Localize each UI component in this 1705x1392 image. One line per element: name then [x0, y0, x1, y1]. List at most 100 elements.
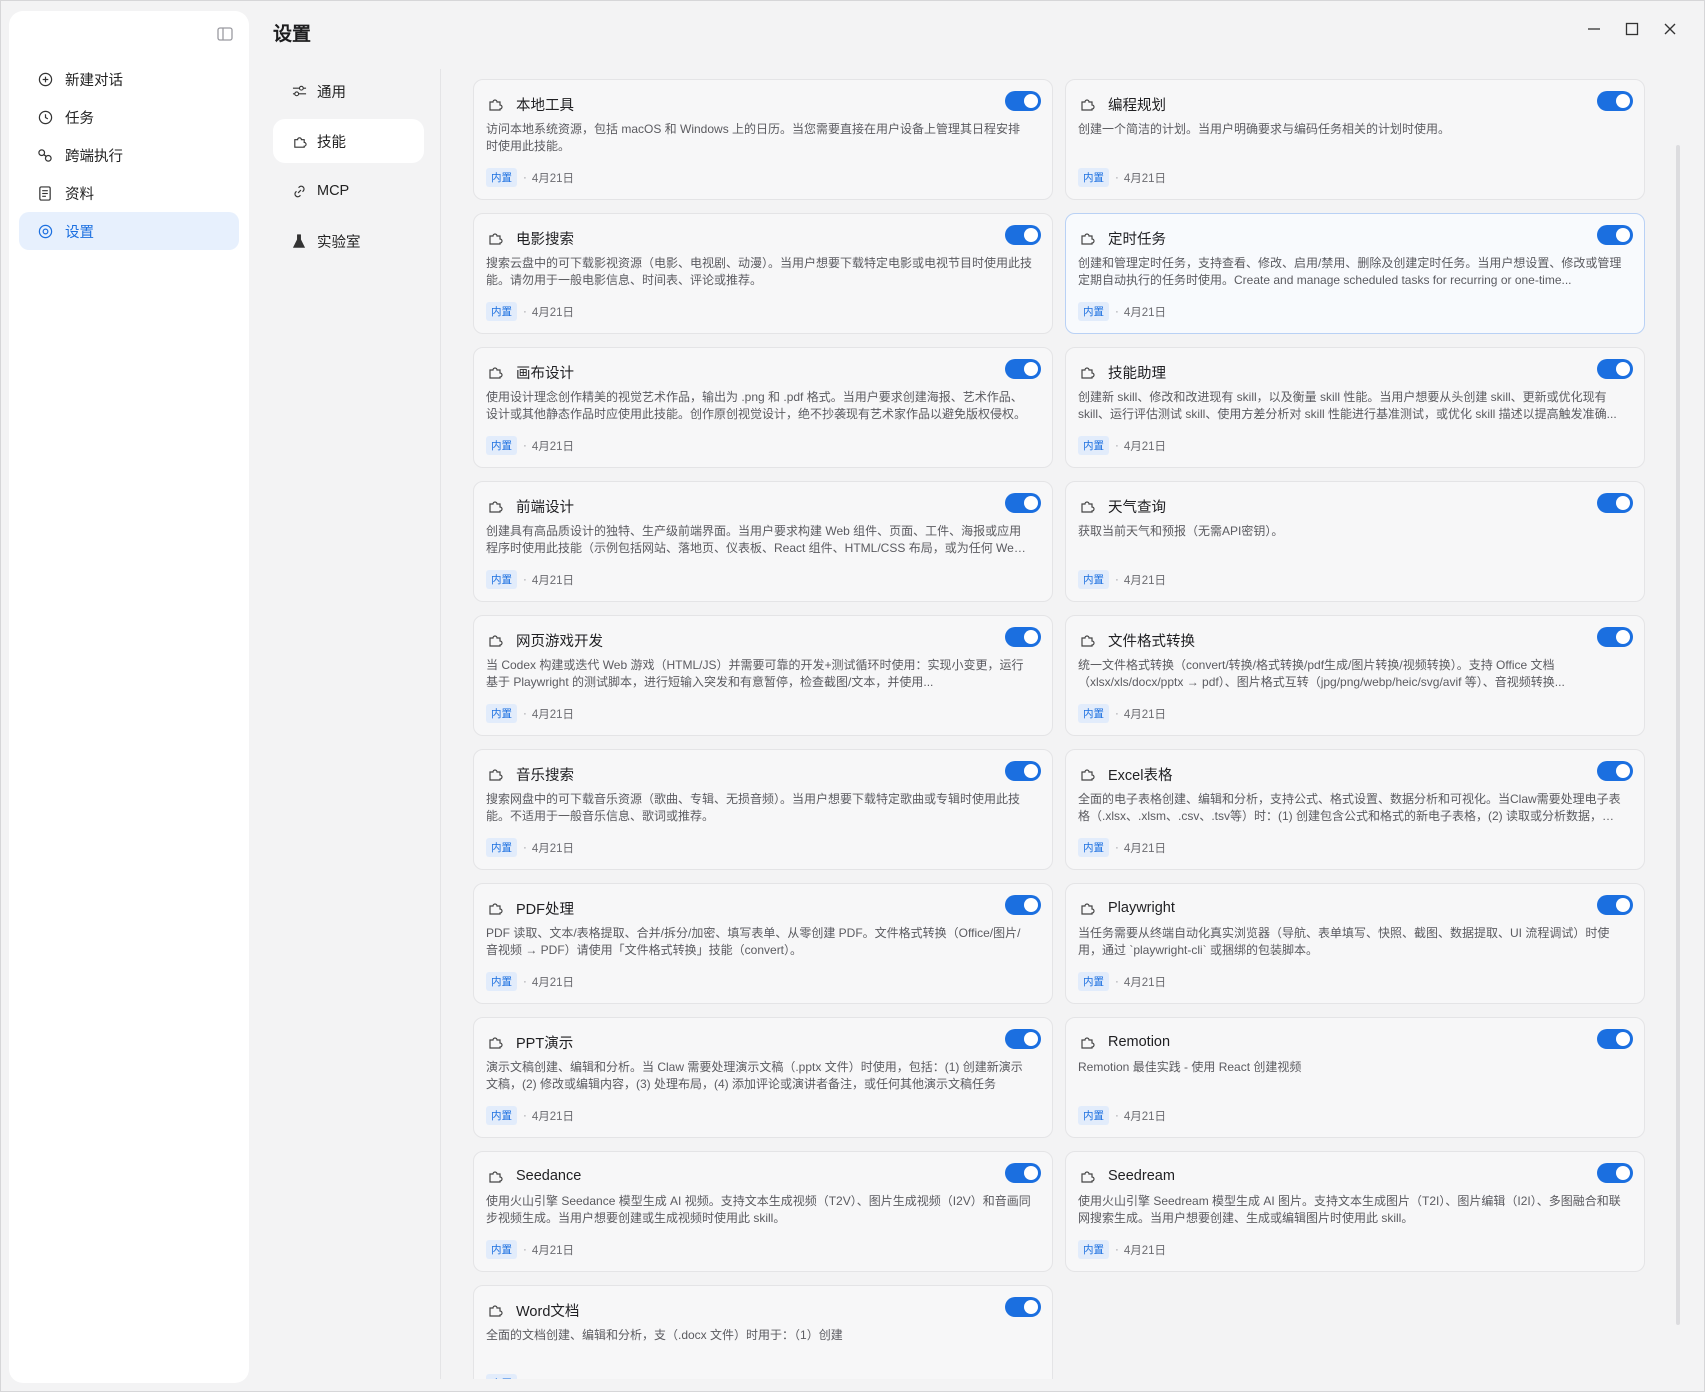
skill-toggle[interactable]	[1597, 1163, 1633, 1183]
skill-toggle[interactable]	[1005, 225, 1041, 245]
minimize-icon[interactable]	[1586, 21, 1602, 37]
puzzle-icon	[291, 133, 307, 149]
skill-puzzle-icon	[486, 631, 504, 649]
skill-puzzle-icon	[1078, 765, 1096, 783]
skill-card[interactable]: 网页游戏开发 当 Codex 构建或迭代 Web 游戏（HTML/JS）并需要可…	[473, 615, 1053, 736]
skill-meta: 内置 · 4月21日	[486, 972, 574, 991]
skill-description: 获取当前天气和预报（无需API密钥）。	[1078, 524, 1284, 538]
skill-title: Seedance	[516, 1168, 582, 1184]
meta-separator: ·	[1115, 305, 1119, 318]
skill-toggle[interactable]	[1597, 359, 1633, 379]
sidebar-item-materials[interactable]: 资料	[19, 174, 239, 212]
skill-card[interactable]: 电影搜索 搜索云盘中的可下载影视资源（电影、电视剧、动漫）。当用户想要下载特定电…	[473, 213, 1053, 334]
sidebar-toggle-icon[interactable]	[215, 24, 235, 44]
skill-card[interactable]: Seedream 使用火山引擎 Seedream 模型生成 AI 图片。支持文本…	[1065, 1151, 1645, 1272]
skill-meta: 内置 · 4月21日	[486, 1374, 574, 1379]
skill-date: 4月21日	[532, 1376, 574, 1380]
skill-card-header: 网页游戏开发	[486, 628, 1040, 652]
skill-date: 4月21日	[531, 708, 575, 721]
tab-label: 通用	[317, 84, 346, 101]
skill-meta: 内置 · 4月21日	[486, 704, 574, 723]
skill-toggle[interactable]	[1005, 1163, 1041, 1183]
skill-toggle[interactable]	[1005, 1029, 1041, 1049]
skill-card[interactable]: PPT演示 演示文稿创建、编辑和分析。当 Claw 需要处理演示文稿（.pptx…	[473, 1017, 1053, 1138]
skill-card[interactable]: 定时任务 创建和管理定时任务，支持查看、修改、启用/禁用、删除及创建定时任务。当…	[1065, 213, 1645, 334]
skill-meta: 内置 · 4月21日	[1078, 302, 1166, 321]
skill-card[interactable]: Word文档 全面的文档创建、编辑和分析，支（.docx 文件）时用于：（1）创…	[473, 1285, 1053, 1379]
skill-title: Remotion	[1108, 1034, 1171, 1050]
skill-card[interactable]: 画布设计 使用设计理念创作精美的视觉艺术作品，输出为 .png 和 .pdf 格…	[473, 347, 1053, 468]
skill-toggle[interactable]	[1005, 493, 1041, 513]
skill-card[interactable]: Excel表格 全面的电子表格创建、编辑和分析，支持公式、格式设置、数据分析和可…	[1065, 749, 1645, 870]
skill-toggle[interactable]	[1597, 895, 1633, 915]
skill-date: 4月21日	[1123, 574, 1167, 587]
skill-date: 4月21日	[1123, 842, 1167, 855]
meta-separator: ·	[1115, 1243, 1119, 1256]
skill-meta: 内置 · 4月21日	[1078, 168, 1166, 187]
skill-toggle[interactable]	[1597, 1029, 1633, 1049]
page-title: 设置	[273, 24, 312, 45]
skill-title: 本地工具	[516, 97, 574, 114]
skill-title: 画布设计	[516, 365, 574, 382]
skill-date: 4月21日	[531, 842, 575, 855]
skill-card-header: 电影搜索	[486, 226, 1040, 250]
skill-description: Remotion 最佳实践 - 使用 React 创建视频	[1078, 1060, 1302, 1074]
skill-card[interactable]: Seedance 使用火山引擎 Seedance 模型生成 AI 视频。支持文本…	[473, 1151, 1053, 1272]
tab-general[interactable]: 通用	[273, 69, 424, 113]
skill-card[interactable]: 编程规划 创建一个简洁的计划。当用户明确要求与编码任务相关的计划时使用。 内置 …	[1065, 79, 1645, 200]
sidebar-item-new-chat[interactable]: 新建对话	[19, 60, 239, 98]
skill-card[interactable]: 本地工具 访问本地系统资源，包括 macOS 和 Windows 上的日历。当您…	[473, 79, 1053, 200]
tab-lab[interactable]: 实验室	[273, 219, 424, 263]
skills-list: 本地工具 访问本地系统资源，包括 macOS 和 Windows 上的日历。当您…	[473, 79, 1645, 1379]
skill-description: 当任务需要从终端自动化真实浏览器（导航、表单填写、快照、截图、数据提取、UI 流…	[1078, 926, 1610, 957]
skill-card[interactable]: 前端设计 创建具有高品质设计的独特、生产级前端界面。当用户要求构建 Web 组件…	[473, 481, 1053, 602]
tab-skills[interactable]: 技能	[273, 119, 424, 163]
maximize-icon[interactable]	[1624, 21, 1640, 37]
skill-toggle[interactable]	[1597, 761, 1633, 781]
app-window: 新建对话 任务 跨端执行 资料 设置 设置 通用 技能 MCP 实验室 本地工具…	[0, 0, 1705, 1392]
skill-card[interactable]: 天气查询 获取当前天气和预报（无需API密钥）。 内置 · 4月21日	[1065, 481, 1645, 602]
sidebar-item-settings[interactable]: 设置	[19, 212, 239, 250]
skill-description: 全面的电子表格创建、编辑和分析，支持公式、格式设置、数据分析和可视化。当Claw…	[1078, 792, 1621, 823]
skill-toggle[interactable]	[1005, 761, 1041, 781]
skill-meta: 内置 · 4月21日	[1078, 1240, 1166, 1259]
skill-date: 4月21日	[1123, 172, 1167, 185]
skill-card[interactable]: 技能助理 创建新 skill、修改和改进现有 skill，以及衡量 skill …	[1065, 347, 1645, 468]
skill-puzzle-icon	[1078, 95, 1096, 113]
scrollbar[interactable]	[1676, 145, 1680, 1325]
sidebar-item-cross-device[interactable]: 跨端执行	[19, 136, 239, 174]
sidebar-item-label: 任务	[65, 110, 94, 127]
builtin-badge: 内置	[1078, 972, 1109, 991]
skill-card[interactable]: PDF处理 PDF 读取、文本/表格提取、合并/拆分/加密、填写表单、从零创建 …	[473, 883, 1053, 1004]
devices-icon	[37, 147, 53, 163]
skill-card-header: 文件格式转换	[1078, 628, 1632, 652]
skill-toggle[interactable]	[1005, 91, 1041, 111]
close-icon[interactable]	[1662, 21, 1678, 37]
meta-separator: ·	[1115, 439, 1119, 452]
skill-toggle[interactable]	[1005, 1297, 1041, 1317]
tab-mcp[interactable]: MCP	[273, 169, 424, 213]
meta-separator: ·	[523, 841, 527, 854]
skill-meta: 内置 · 4月21日	[486, 168, 574, 187]
skill-date: 4月21日	[531, 172, 575, 185]
skill-toggle[interactable]	[1005, 895, 1041, 915]
sidebar-item-tasks[interactable]: 任务	[19, 98, 239, 136]
skill-toggle[interactable]	[1597, 91, 1633, 111]
skill-toggle[interactable]	[1597, 225, 1633, 245]
skill-card[interactable]: Remotion Remotion 最佳实践 - 使用 React 创建视频 内…	[1065, 1017, 1645, 1138]
skill-description: 全面的文档创建、编辑和分析，支（.docx 文件）时用于：（1）创建	[486, 1328, 843, 1342]
skill-title: Playwright	[1108, 900, 1175, 916]
sliders-icon	[291, 83, 307, 99]
skill-toggle[interactable]	[1005, 359, 1041, 379]
skill-toggle[interactable]	[1597, 493, 1633, 513]
skill-meta: 内置 · 4月21日	[1078, 570, 1166, 589]
skill-description: 当 Codex 构建或迭代 Web 游戏（HTML/JS）并需要可靠的开发+测试…	[486, 658, 1024, 689]
skill-card[interactable]: 音乐搜索 搜索网盘中的可下载音乐资源（歌曲、专辑、无损音频）。当用户想要下载特定…	[473, 749, 1053, 870]
skill-card[interactable]: Playwright 当任务需要从终端自动化真实浏览器（导航、表单填写、快照、截…	[1065, 883, 1645, 1004]
meta-separator: ·	[1115, 707, 1119, 720]
skill-card[interactable]: 文件格式转换 统一文件格式转换（convert/转换/格式转换/pdf生成/图片…	[1065, 615, 1645, 736]
clock-icon	[37, 109, 53, 125]
skill-toggle[interactable]	[1597, 627, 1633, 647]
skill-toggle[interactable]	[1005, 627, 1041, 647]
meta-separator: ·	[523, 975, 527, 988]
